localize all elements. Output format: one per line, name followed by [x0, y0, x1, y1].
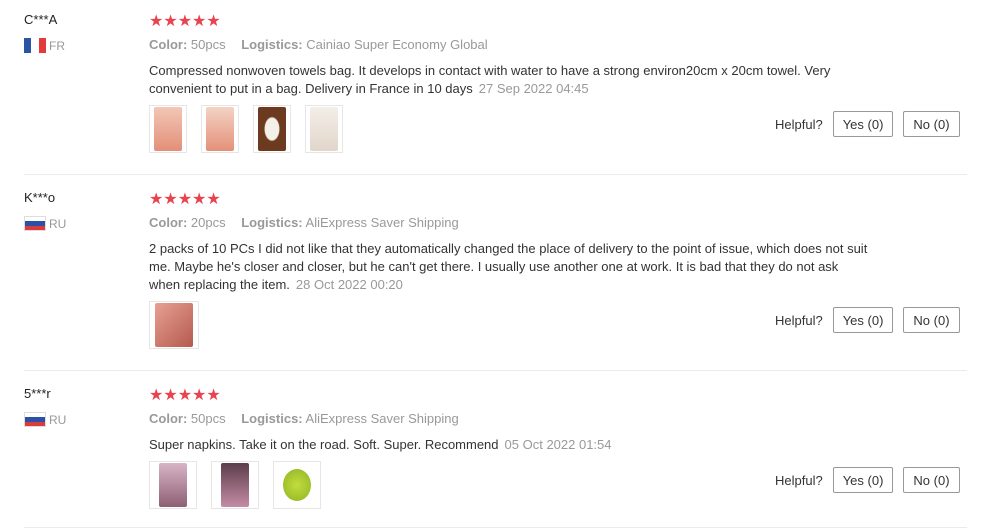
helpful-section: Helpful? Yes (0) No (0): [775, 111, 970, 137]
color-label: Color:: [149, 411, 188, 426]
review-photo[interactable]: [149, 105, 187, 153]
helpful-no-button[interactable]: No (0): [903, 111, 960, 137]
review-photo[interactable]: [253, 105, 291, 153]
review-divider: [24, 527, 967, 528]
review-divider: [24, 174, 967, 175]
rating-stars: ★★★★★: [149, 191, 221, 208]
reviewer-country: RU: [24, 216, 66, 231]
helpful-no-button[interactable]: No (0): [903, 467, 960, 493]
country-code: FR: [49, 38, 65, 53]
review-text: Compressed nonwoven towels bag. It devel…: [149, 62, 869, 98]
review-date: 28 Oct 2022 00:20: [295, 277, 403, 292]
reviewer-name: K***o: [24, 190, 56, 205]
review-photos: [149, 461, 321, 509]
rating-stars: ★★★★★: [149, 13, 221, 30]
review-meta: Color: 50pcs Logistics: Cainiao Super Ec…: [149, 37, 488, 52]
review-meta: Color: 20pcs Logistics: AliExpress Saver…: [149, 215, 459, 230]
review-photo[interactable]: [149, 461, 197, 509]
review-body: Super napkins. Take it on the road. Soft…: [149, 437, 499, 452]
logistics-label: Logistics:: [241, 37, 303, 52]
review-photo[interactable]: [211, 461, 259, 509]
review-meta: Color: 50pcs Logistics: AliExpress Saver…: [149, 411, 459, 426]
logistics-value: AliExpress Saver Shipping: [305, 411, 459, 426]
helpful-label: Helpful?: [775, 472, 823, 488]
reviewer-country: RU: [24, 412, 66, 427]
logistics-label: Logistics:: [241, 411, 303, 426]
rating-stars: ★★★★★: [149, 387, 221, 404]
helpful-no-button[interactable]: No (0): [903, 307, 960, 333]
review-photos: [149, 301, 199, 349]
review-divider: [24, 370, 967, 371]
helpful-yes-button[interactable]: Yes (0): [832, 307, 894, 333]
reviewer-country: FR: [24, 38, 65, 53]
color-value: 50pcs: [190, 411, 226, 426]
russia-flag-icon: [24, 412, 46, 427]
review-photo[interactable]: [201, 105, 239, 153]
reviewer-name: C***A: [24, 12, 58, 27]
review-text: Super napkins. Take it on the road. Soft…: [149, 436, 869, 454]
logistics-value: AliExpress Saver Shipping: [305, 215, 459, 230]
review-photo[interactable]: [273, 461, 321, 509]
review-photo[interactable]: [149, 301, 199, 349]
helpful-section: Helpful? Yes (0) No (0): [775, 467, 970, 493]
review-photos: [149, 105, 343, 153]
helpful-yes-button[interactable]: Yes (0): [832, 111, 894, 137]
color-value: 50pcs: [190, 37, 226, 52]
color-label: Color:: [149, 215, 188, 230]
review-date: 27 Sep 2022 04:45: [478, 81, 589, 96]
color-value: 20pcs: [190, 215, 226, 230]
country-code: RU: [49, 216, 67, 231]
color-label: Color:: [149, 37, 188, 52]
helpful-label: Helpful?: [775, 312, 823, 328]
country-code: RU: [49, 412, 67, 427]
review-photo[interactable]: [305, 105, 343, 153]
review-date: 05 Oct 2022 01:54: [504, 437, 612, 452]
russia-flag-icon: [24, 216, 46, 231]
helpful-yes-button[interactable]: Yes (0): [832, 467, 894, 493]
review-text: 2 packs of 10 PCs I did not like that th…: [149, 240, 869, 294]
logistics-value: Cainiao Super Economy Global: [306, 37, 488, 52]
logistics-label: Logistics:: [241, 215, 303, 230]
reviewer-name: 5***r: [24, 386, 51, 401]
france-flag-icon: [24, 38, 46, 53]
helpful-label: Helpful?: [775, 116, 823, 132]
review-body: 2 packs of 10 PCs I did not like that th…: [149, 241, 868, 292]
helpful-section: Helpful? Yes (0) No (0): [775, 307, 970, 333]
